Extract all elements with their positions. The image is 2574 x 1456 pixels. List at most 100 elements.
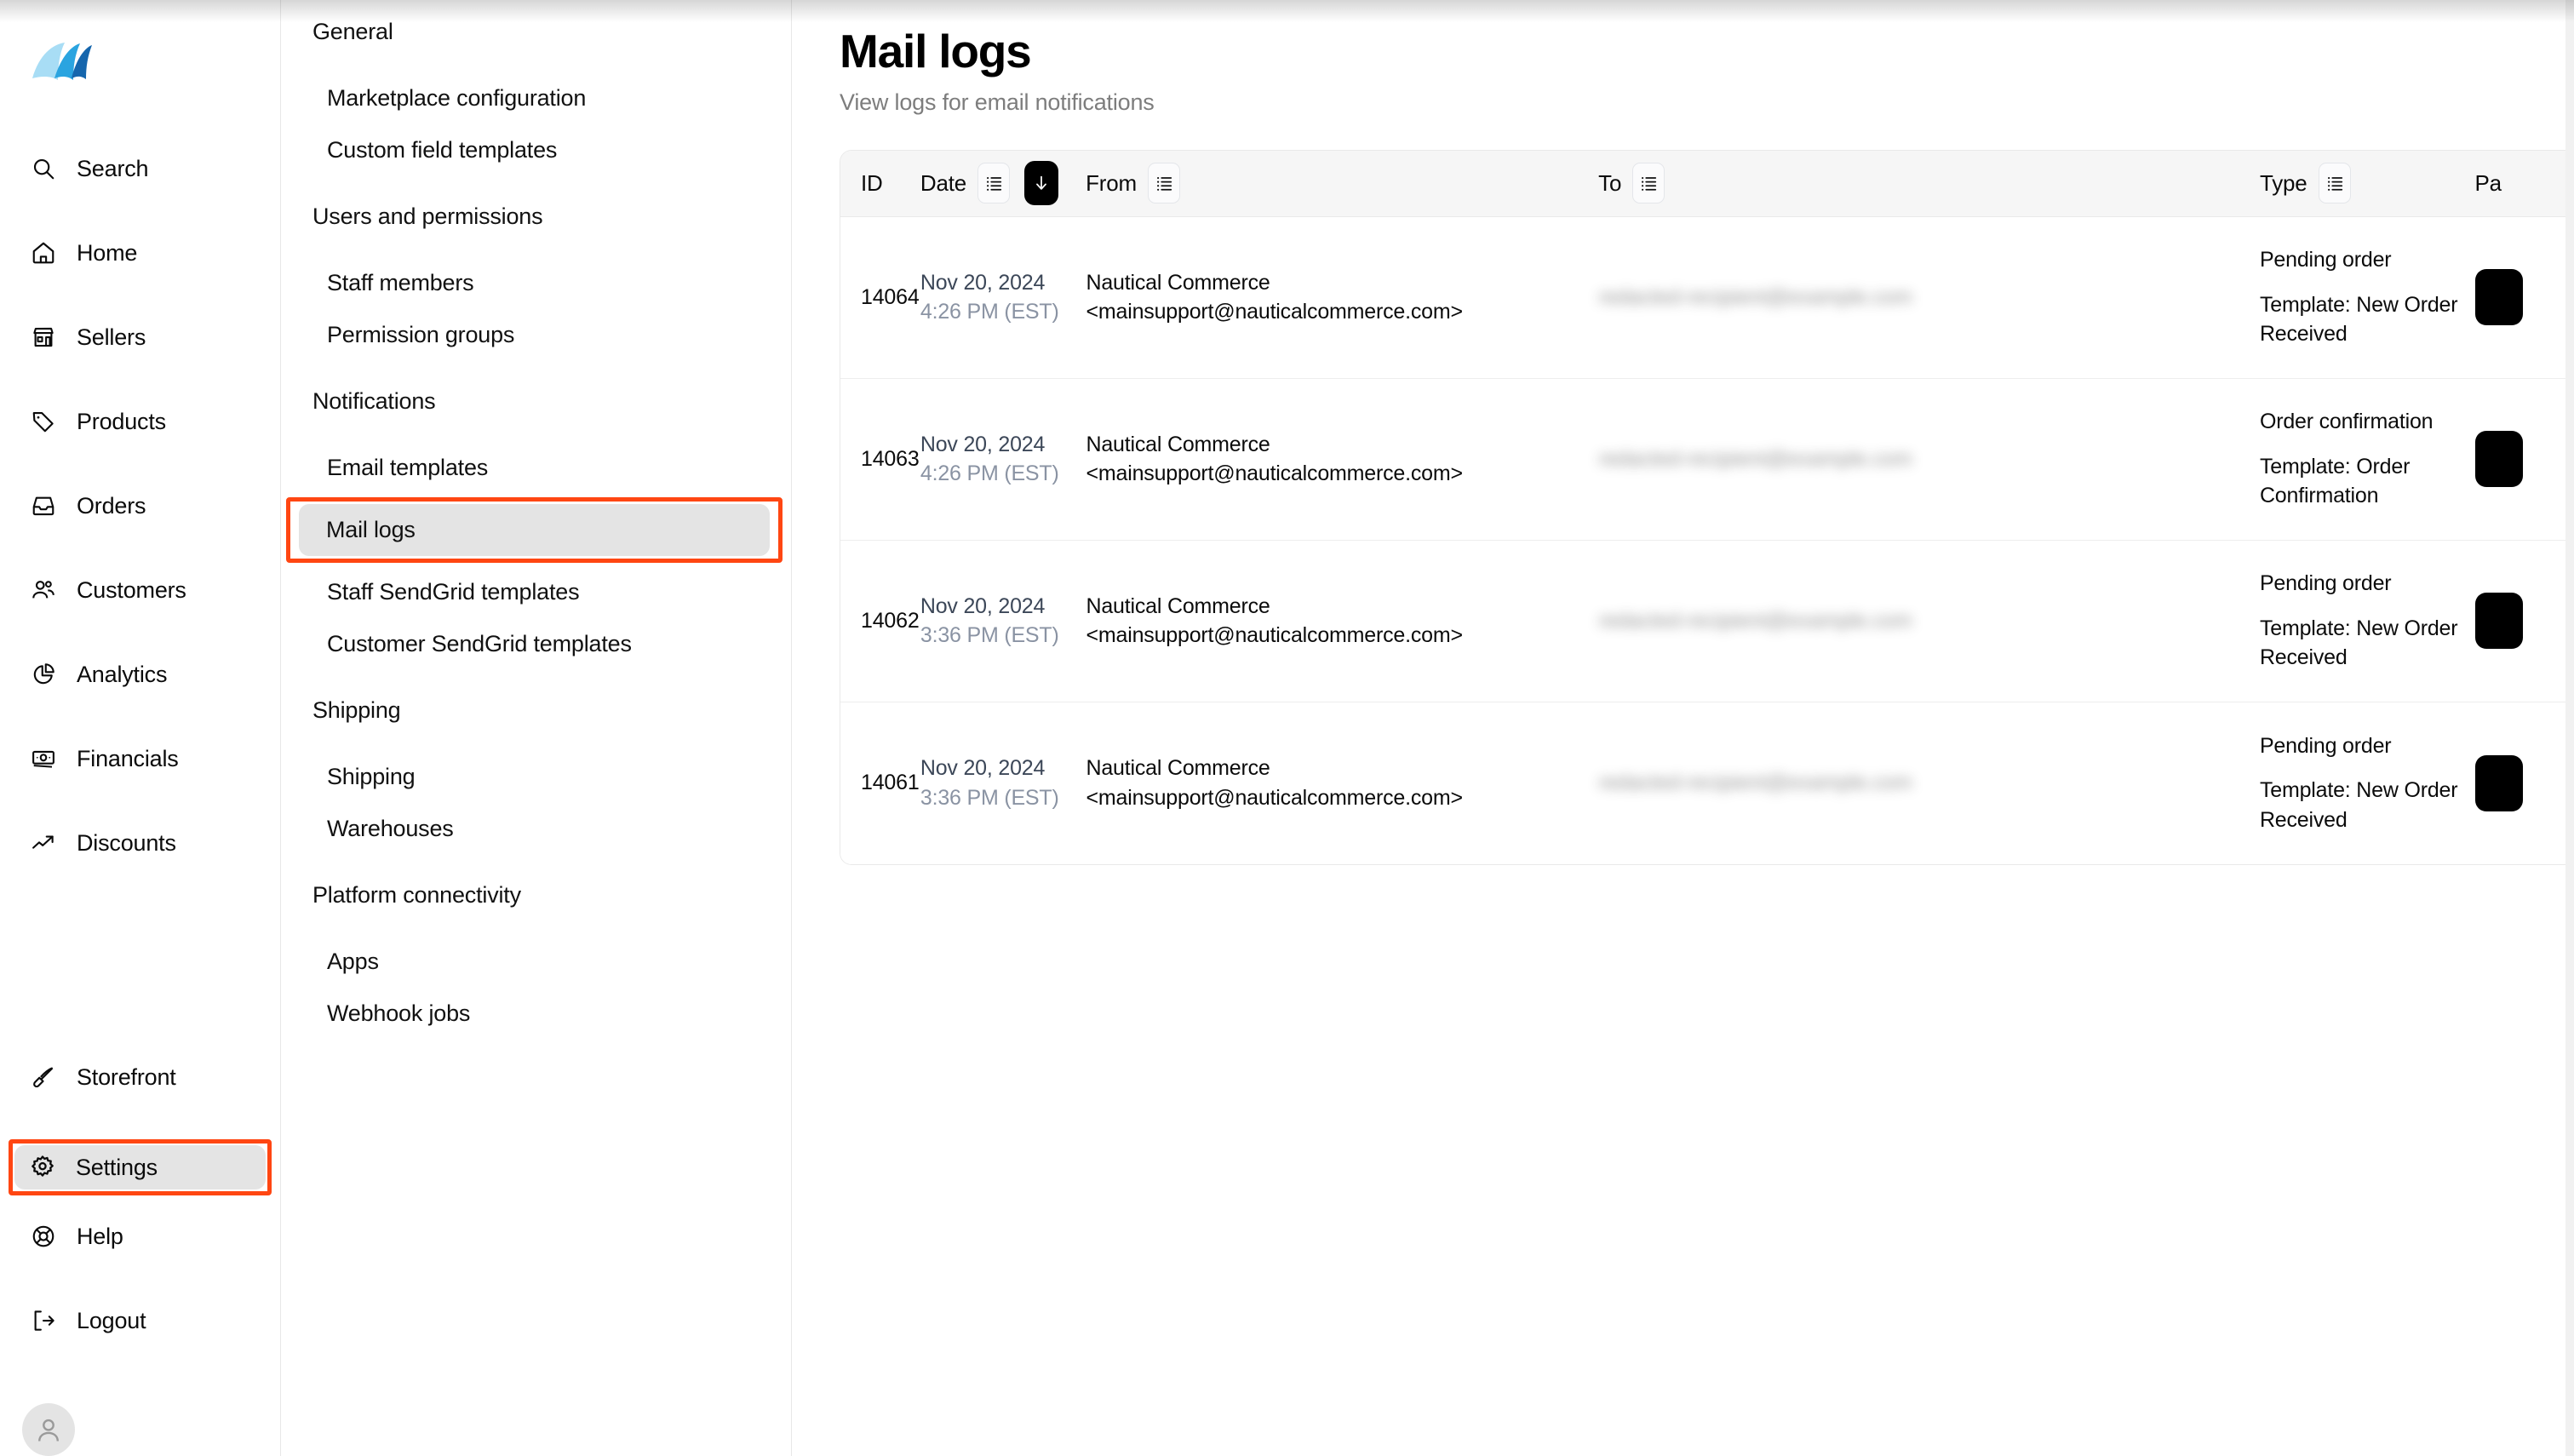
cell-date: Nov 20, 2024 4:26 PM (EST) bbox=[920, 268, 1086, 327]
page-subtitle: View logs for email notifications bbox=[840, 89, 1155, 115]
settings-item-webhook-jobs[interactable]: Webhook jobs bbox=[300, 988, 772, 1040]
from-email: <mainsupport@nauticalcommerce.com> bbox=[1086, 300, 1464, 324]
sidebar-item-analytics[interactable]: Analytics bbox=[15, 652, 265, 696]
settings-section-general: General bbox=[312, 19, 393, 44]
settings-item-staff-members[interactable]: Staff members bbox=[300, 257, 772, 309]
cell-id: 14063 bbox=[861, 446, 920, 471]
cell-id: 14064 bbox=[861, 284, 920, 309]
template-label: Template: Order Confirmation bbox=[2259, 454, 2411, 508]
date-sort-descending-button[interactable] bbox=[1024, 161, 1059, 205]
settings-item-custom-field-templates[interactable]: Custom field templates bbox=[300, 124, 772, 176]
sidebar-item-sellers[interactable]: Sellers bbox=[15, 315, 265, 359]
date-secondary: 4:26 PM (EST) bbox=[920, 461, 1059, 485]
from-filter-icon[interactable] bbox=[1147, 163, 1180, 203]
logout-icon bbox=[29, 1306, 58, 1335]
type-label: Order confirmation bbox=[2259, 410, 2434, 434]
sidebar-item-orders[interactable]: Orders bbox=[15, 484, 265, 528]
cell-from: Nautical Commerce <mainsupport@nauticalc… bbox=[1086, 268, 1599, 327]
sidebar-item-products[interactable]: Products bbox=[15, 399, 265, 444]
mail-logs-highlight-box: Mail logs bbox=[286, 497, 783, 563]
to-email-redacted: redacted-recipient@example.com bbox=[1598, 284, 1912, 309]
sidebar-item-storefront[interactable]: Storefront bbox=[15, 1055, 265, 1099]
sidebar-item-label: Orders bbox=[77, 492, 146, 519]
sidebar-item-help[interactable]: Help bbox=[15, 1214, 265, 1258]
lifebuoy-icon bbox=[29, 1222, 58, 1251]
primary-sidebar: Search Home Sellers Products Orders Cust… bbox=[0, 0, 281, 1456]
settings-item-mail-logs[interactable]: Mail logs bbox=[299, 504, 770, 556]
to-filter-icon[interactable] bbox=[1632, 163, 1665, 203]
settings-item-warehouses[interactable]: Warehouses bbox=[300, 803, 772, 855]
column-label: To bbox=[1598, 169, 1622, 196]
column-header-type: Type bbox=[2260, 163, 2474, 203]
sidebar-item-label: Logout bbox=[77, 1307, 146, 1333]
sidebar-item-label: Customers bbox=[77, 576, 186, 603]
from-email: <mainsupport@nauticalcommerce.com> bbox=[1086, 461, 1464, 485]
sidebar-item-home[interactable]: Home bbox=[15, 231, 265, 275]
settings-highlight-box: Settings bbox=[9, 1139, 272, 1195]
cell-to: redacted-recipient@example.com bbox=[1599, 768, 2260, 798]
type-label: Pending order bbox=[2259, 248, 2392, 272]
column-header-from: From bbox=[1086, 163, 1598, 203]
column-header-to: To bbox=[1598, 163, 2260, 203]
banknote-icon bbox=[29, 744, 58, 773]
primary-nav: Search Home Sellers Products Orders Cust… bbox=[0, 146, 280, 905]
column-header-payload: Pa bbox=[2474, 170, 2574, 197]
avatar[interactable] bbox=[22, 1403, 75, 1456]
sidebar-item-customers[interactable]: Customers bbox=[15, 568, 265, 612]
settings-nav-panel: General Marketplace configuration Custom… bbox=[281, 0, 792, 1456]
table-row[interactable]: 14063 Nov 20, 2024 4:26 PM (EST) Nautica… bbox=[840, 378, 2574, 541]
type-filter-icon[interactable] bbox=[2318, 163, 2351, 203]
date-primary: Nov 20, 2024 bbox=[920, 270, 1046, 295]
sidebar-item-label: Products bbox=[77, 408, 166, 434]
page-header: Mail logs View logs for email notificati… bbox=[792, 0, 2574, 116]
cell-id: 14061 bbox=[861, 771, 920, 795]
home-icon bbox=[29, 238, 58, 267]
settings-section-users-and-permissions: Users and permissions bbox=[312, 203, 543, 229]
view-payload-button[interactable] bbox=[2474, 593, 2523, 649]
settings-item-shipping[interactable]: Shipping bbox=[300, 751, 772, 803]
cell-type: Pending order Template: New Order Receiv… bbox=[2260, 569, 2475, 673]
view-payload-button[interactable] bbox=[2474, 754, 2523, 811]
settings-item-apps[interactable]: Apps bbox=[300, 936, 772, 988]
sidebar-item-settings[interactable]: Settings bbox=[14, 1145, 266, 1189]
sidebar-item-search[interactable]: Search bbox=[15, 146, 265, 191]
cell-from: Nautical Commerce <mainsupport@nauticalc… bbox=[1086, 592, 1599, 651]
settings-item-marketplace-configuration[interactable]: Marketplace configuration bbox=[300, 72, 772, 124]
sidebar-item-financials[interactable]: Financials bbox=[15, 737, 265, 781]
page-title: Mail logs bbox=[840, 25, 1032, 77]
sidebar-item-logout[interactable]: Logout bbox=[15, 1298, 265, 1343]
view-payload-button[interactable] bbox=[2474, 269, 2523, 325]
settings-item-permission-groups[interactable]: Permission groups bbox=[300, 309, 772, 361]
table-row[interactable]: 14061 Nov 20, 2024 3:36 PM (EST) Nautica… bbox=[840, 702, 2574, 864]
mail-logs-table: ID Date From To Type Pa 14064 Nov 20, 20… bbox=[840, 149, 2574, 865]
table-row[interactable]: 14062 Nov 20, 2024 3:36 PM (EST) Nautica… bbox=[840, 540, 2574, 702]
view-payload-button[interactable] bbox=[2474, 431, 2523, 487]
table-row[interactable]: 14064 Nov 20, 2024 4:26 PM (EST) Nautica… bbox=[840, 216, 2574, 379]
sidebar-item-discounts[interactable]: Discounts bbox=[15, 821, 265, 865]
trending-up-icon bbox=[29, 828, 58, 857]
settings-item-staff-sendgrid-templates[interactable]: Staff SendGrid templates bbox=[300, 566, 772, 618]
date-secondary: 3:36 PM (EST) bbox=[920, 785, 1059, 810]
tag-icon bbox=[29, 407, 58, 436]
cell-type: Pending order Template: New Order Receiv… bbox=[2260, 245, 2475, 349]
date-primary: Nov 20, 2024 bbox=[920, 432, 1046, 456]
column-label: Date bbox=[920, 169, 967, 196]
settings-item-customer-sendgrid-templates[interactable]: Customer SendGrid templates bbox=[300, 618, 772, 670]
paintbrush-icon bbox=[29, 1063, 58, 1092]
sidebar-item-label: Settings bbox=[76, 1154, 158, 1180]
nautical-sails-logo[interactable] bbox=[29, 41, 95, 100]
date-filter-icon[interactable] bbox=[977, 163, 1011, 203]
vertical-scrollbar[interactable] bbox=[2565, 0, 2574, 1456]
from-name: Nautical Commerce bbox=[1086, 432, 1270, 456]
settings-item-email-templates[interactable]: Email templates bbox=[300, 442, 772, 494]
gear-icon bbox=[28, 1153, 57, 1182]
settings-section-notifications: Notifications bbox=[312, 388, 436, 414]
to-email-redacted: redacted-recipient@example.com bbox=[1598, 771, 1912, 795]
